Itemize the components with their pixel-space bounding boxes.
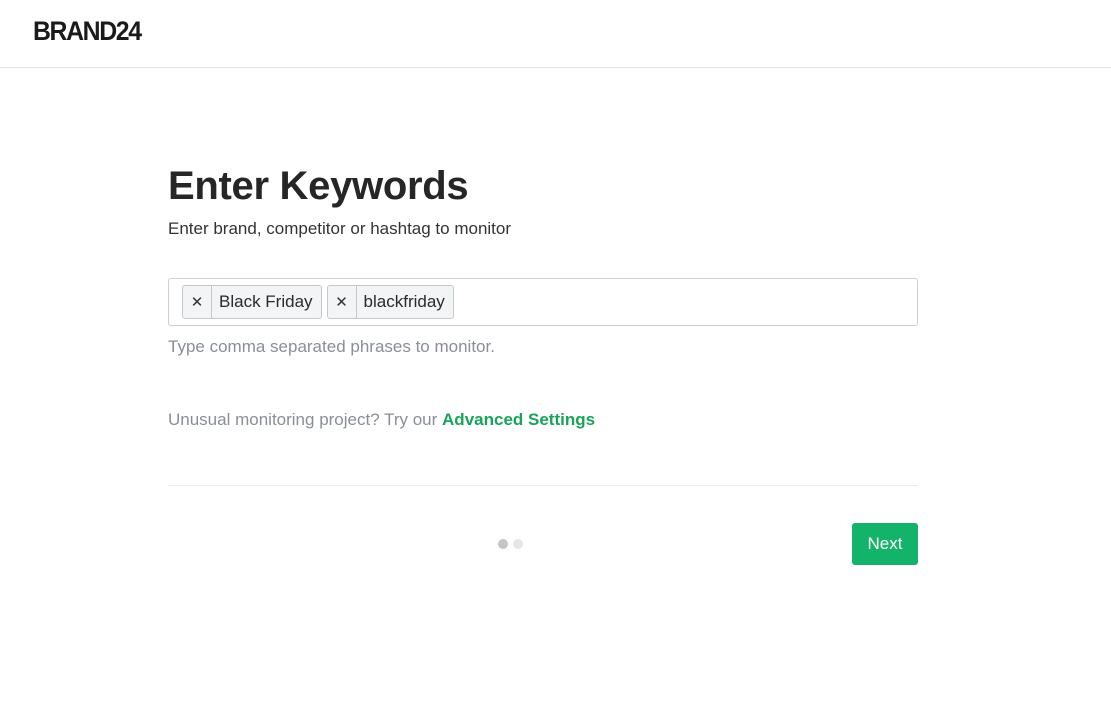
step-dot-1	[498, 539, 508, 549]
keywords-hint: Type comma separated phrases to monitor.	[168, 337, 495, 356]
divider	[168, 485, 918, 486]
keyword-tag-label: Black Friday	[219, 292, 313, 311]
close-icon[interactable]: ✕	[328, 286, 357, 318]
step-dot-2	[513, 539, 523, 549]
keyword-tag: ✕ Black Friday	[182, 285, 322, 319]
keyword-tag: ✕ blackfriday	[326, 285, 454, 319]
page-title: Enter Keywords	[168, 164, 469, 208]
keyword-tag-label: blackfriday	[363, 292, 445, 311]
top-header: BRAND24	[0, 0, 1111, 68]
step-indicator	[498, 539, 523, 549]
page-subtitle: Enter brand, competitor or hashtag to mo…	[168, 219, 512, 238]
keyword-text-field[interactable]	[458, 286, 904, 318]
close-icon[interactable]: ✕	[183, 286, 212, 318]
next-button[interactable]: Next	[852, 523, 918, 565]
brand-logo[interactable]: BRAND24	[33, 16, 142, 47]
advanced-settings-prompt: Unusual monitoring project? Try our Adva…	[168, 410, 595, 430]
advanced-settings-link[interactable]: Advanced Settings	[442, 410, 595, 429]
advanced-settings-prefix: Unusual monitoring project? Try our	[168, 410, 443, 429]
keywords-input[interactable]: ✕ Black Friday ✕ blackfriday	[168, 278, 918, 326]
